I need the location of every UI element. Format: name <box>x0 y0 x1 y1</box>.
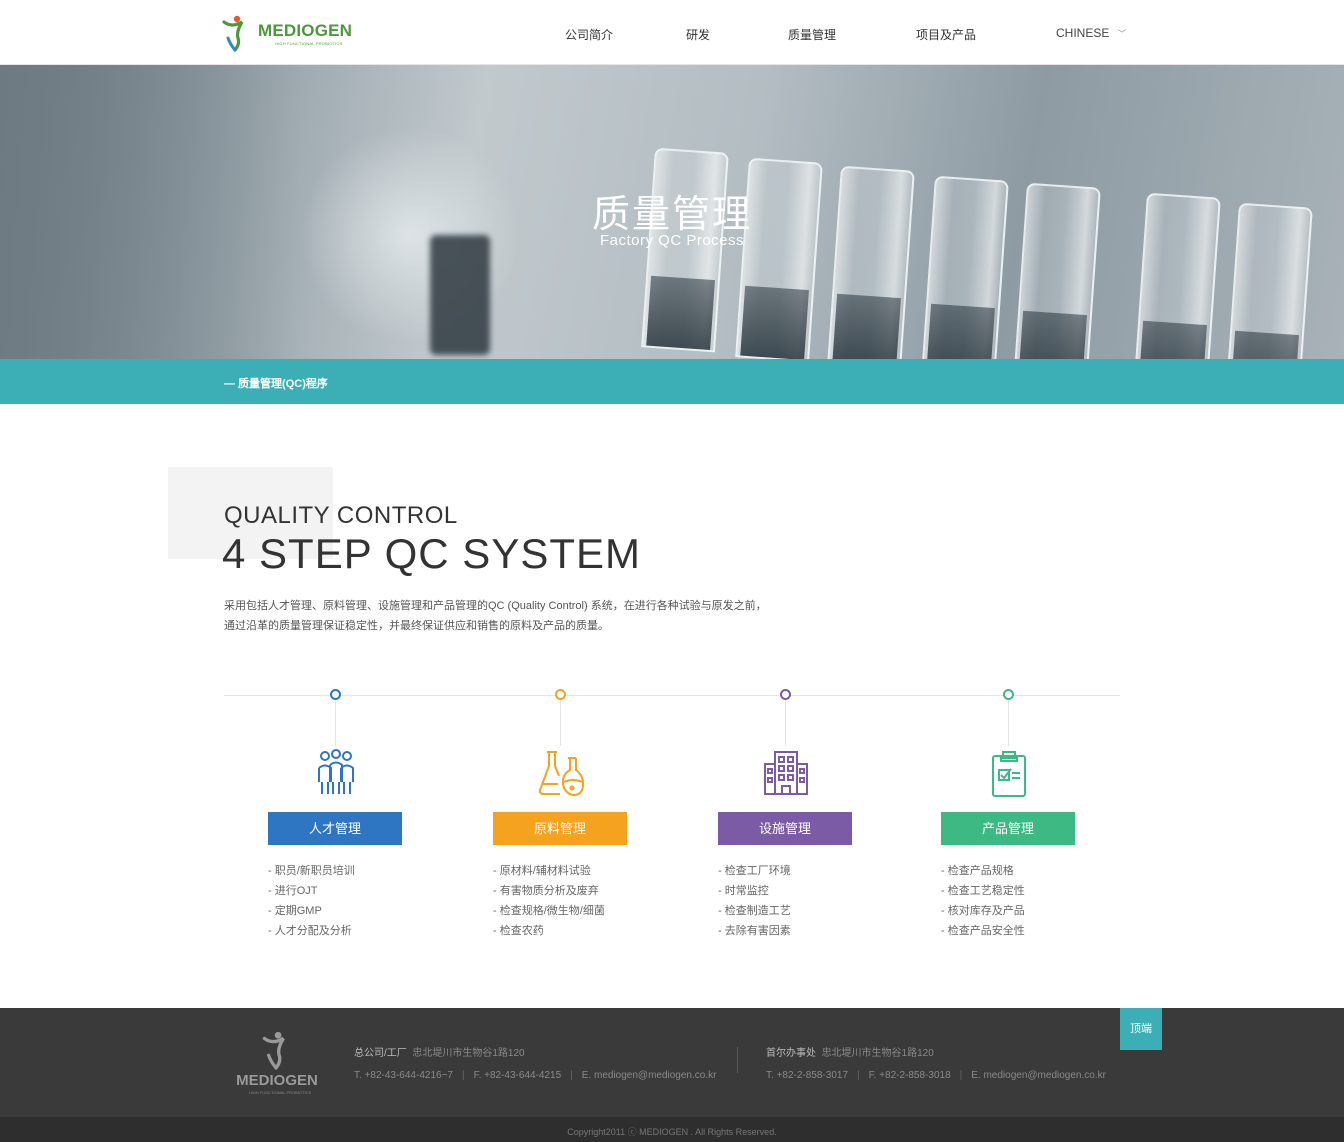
nav-rnd[interactable]: 研发 <box>686 26 710 43</box>
footer-divider <box>737 1047 738 1073</box>
footer-logo-tagline: HIGH FUNCTIONAL PROBIOTICS <box>248 1090 312 1095</box>
step-dot <box>330 689 341 700</box>
step-connector <box>1008 700 1009 746</box>
list-item: - 检查农药 <box>493 925 544 937</box>
test-tube-image <box>641 147 729 353</box>
list-item: - 检查制造工艺 <box>718 905 791 917</box>
flask-icon <box>538 751 585 797</box>
list-item: - 定期GMP <box>268 905 322 917</box>
step-timeline <box>224 695 1120 696</box>
list-item: - 进行OJT <box>268 885 318 897</box>
list-item: - 人才分配及分析 <box>268 925 352 937</box>
language-select[interactable]: CHINESE ﹀ <box>1056 26 1126 40</box>
logo-mark-icon <box>222 15 244 52</box>
nav-about[interactable]: 公司简介 <box>565 26 613 43</box>
step-connector <box>560 700 561 746</box>
hero-microscope-shape <box>430 235 490 355</box>
description-line: 通过沿革的质量管理保证稳定性，并最终保证供应和销售的原料及产品的质量。 <box>224 620 609 632</box>
step-button-talent[interactable]: 人才管理 <box>268 812 402 845</box>
logo-text: MEDIOGEN <box>258 21 353 40</box>
hq-fax: F. +82-43-644-4215 <box>473 1070 562 1081</box>
list-item: - 时常监控 <box>718 885 769 897</box>
hero-subtitle: Factory QC Process <box>599 232 745 249</box>
section-title: 4 STEP QC SYSTEM <box>222 530 641 577</box>
list-item: - 原材料/辅材料试验 <box>493 865 591 877</box>
site-header: MEDIOGEN HIGH FUNCTIONAL PROBIOTICS 公司简介… <box>0 0 1344 65</box>
step-dot <box>555 689 566 700</box>
breadcrumb[interactable]: — 质量管理(QC)程序 <box>224 375 328 391</box>
chevron-down-icon: ﹀ <box>1117 29 1127 39</box>
section-kicker: QUALITY CONTROL <box>224 502 458 529</box>
clipboard-icon <box>992 751 1026 797</box>
list-item: - 去除有害因素 <box>718 925 791 937</box>
step-dot <box>780 689 791 700</box>
footer-logo[interactable]: MEDIOGEN HIGH FUNCTIONAL PROBIOTICS <box>232 1030 322 1100</box>
footer-seoul-info: 首尔办事处 忠北堤川市生物谷1路120 T. +82-2-858-3017 | F.… <box>766 1048 1106 1081</box>
list-item: - 检查工厂环境 <box>718 865 791 877</box>
nav-quality[interactable]: 质量管理 <box>788 26 836 43</box>
seoul-label: 首尔办事处 <box>766 1048 816 1059</box>
list-item: - 检查工艺稳定性 <box>941 885 1025 897</box>
step-list-product: - 检查产品规格 - 检查工艺稳定性 - 核对库存及产品 - 检查产品安全性 <box>941 861 1025 941</box>
list-item: - 检查产品规格 <box>941 865 1014 877</box>
step-button-material[interactable]: 原料管理 <box>493 812 627 845</box>
logo[interactable]: MEDIOGEN HIGH FUNCTIONAL PROBIOTICS <box>220 14 360 52</box>
list-item: - 检查产品安全性 <box>941 925 1025 937</box>
hq-address: 忠北堤川市生物谷1路120 <box>412 1048 525 1059</box>
step-connector <box>785 700 786 746</box>
logo-mark-icon <box>262 1031 285 1070</box>
hero-banner: 质量管理 Factory QC Process <box>0 65 1344 359</box>
list-item: - 核对库存及产品 <box>941 905 1025 917</box>
breadcrumb-bar: — 质量管理(QC)程序 <box>0 359 1344 404</box>
step-list-material: - 原材料/辅材料试验 - 有害物质分析及废弃 - 检查规格/微生物/细菌 - … <box>493 861 605 941</box>
back-to-top-button[interactable]: 顶端 <box>1120 1008 1162 1050</box>
step-button-facility[interactable]: 设施管理 <box>718 812 852 845</box>
list-item: - 职员/新职员培训 <box>268 865 355 877</box>
logo-tagline: HIGH FUNCTIONAL PROBIOTICS <box>275 41 343 46</box>
footer-logo-text: MEDIOGEN <box>236 1072 318 1089</box>
hero-title: 质量管理 <box>591 194 752 236</box>
hq-tel: T. +82-43-644-4216~7 <box>354 1070 453 1081</box>
section-description: 采用包括人才管理、原料管理、设施管理和产品管理的QC (Quality Cont… <box>224 596 784 636</box>
step-list-talent: - 职员/新职员培训 - 进行OJT - 定期GMP - 人才分配及分析 <box>268 861 355 941</box>
step-button-product[interactable]: 产品管理 <box>941 812 1075 845</box>
step-dot <box>1003 689 1014 700</box>
building-icon <box>764 751 808 795</box>
seoul-tel: T. +82-2-858-3017 <box>766 1070 849 1081</box>
list-item: - 有害物质分析及废弃 <box>493 885 599 897</box>
language-label: CHINESE <box>1056 26 1110 40</box>
footer-hq-info: 总公司/工厂 忠北堤川市生物谷1路120 T. +82-43-644-4216~… <box>354 1048 717 1081</box>
description-line: 采用包括人才管理、原料管理、设施管理和产品管理的QC (Quality Cont… <box>224 600 767 612</box>
list-item: - 检查规格/微生物/细菌 <box>493 905 605 917</box>
seoul-address: 忠北堤川市生物谷1路120 <box>821 1048 934 1059</box>
seoul-email[interactable]: E. mediogen@mediogen.co.kr <box>971 1070 1106 1081</box>
nav-products[interactable]: 项目及产品 <box>916 26 976 43</box>
people-icon <box>318 749 354 794</box>
copyright-text: Copyright2011 ⓒ MEDIOGEN . All Rights Re… <box>567 1127 777 1137</box>
hq-label: 总公司/工厂 <box>354 1048 407 1059</box>
copyright-bar: Copyright2011 ⓒ MEDIOGEN . All Rights Re… <box>0 1117 1344 1142</box>
step-list-facility: - 检查工厂环境 - 时常监控 - 检查制造工艺 - 去除有害因素 <box>718 861 791 941</box>
hq-email[interactable]: E. mediogen@mediogen.co.kr <box>582 1070 717 1081</box>
step-connector <box>335 700 336 746</box>
seoul-fax: F. +82-2-858-3018 <box>868 1070 951 1081</box>
